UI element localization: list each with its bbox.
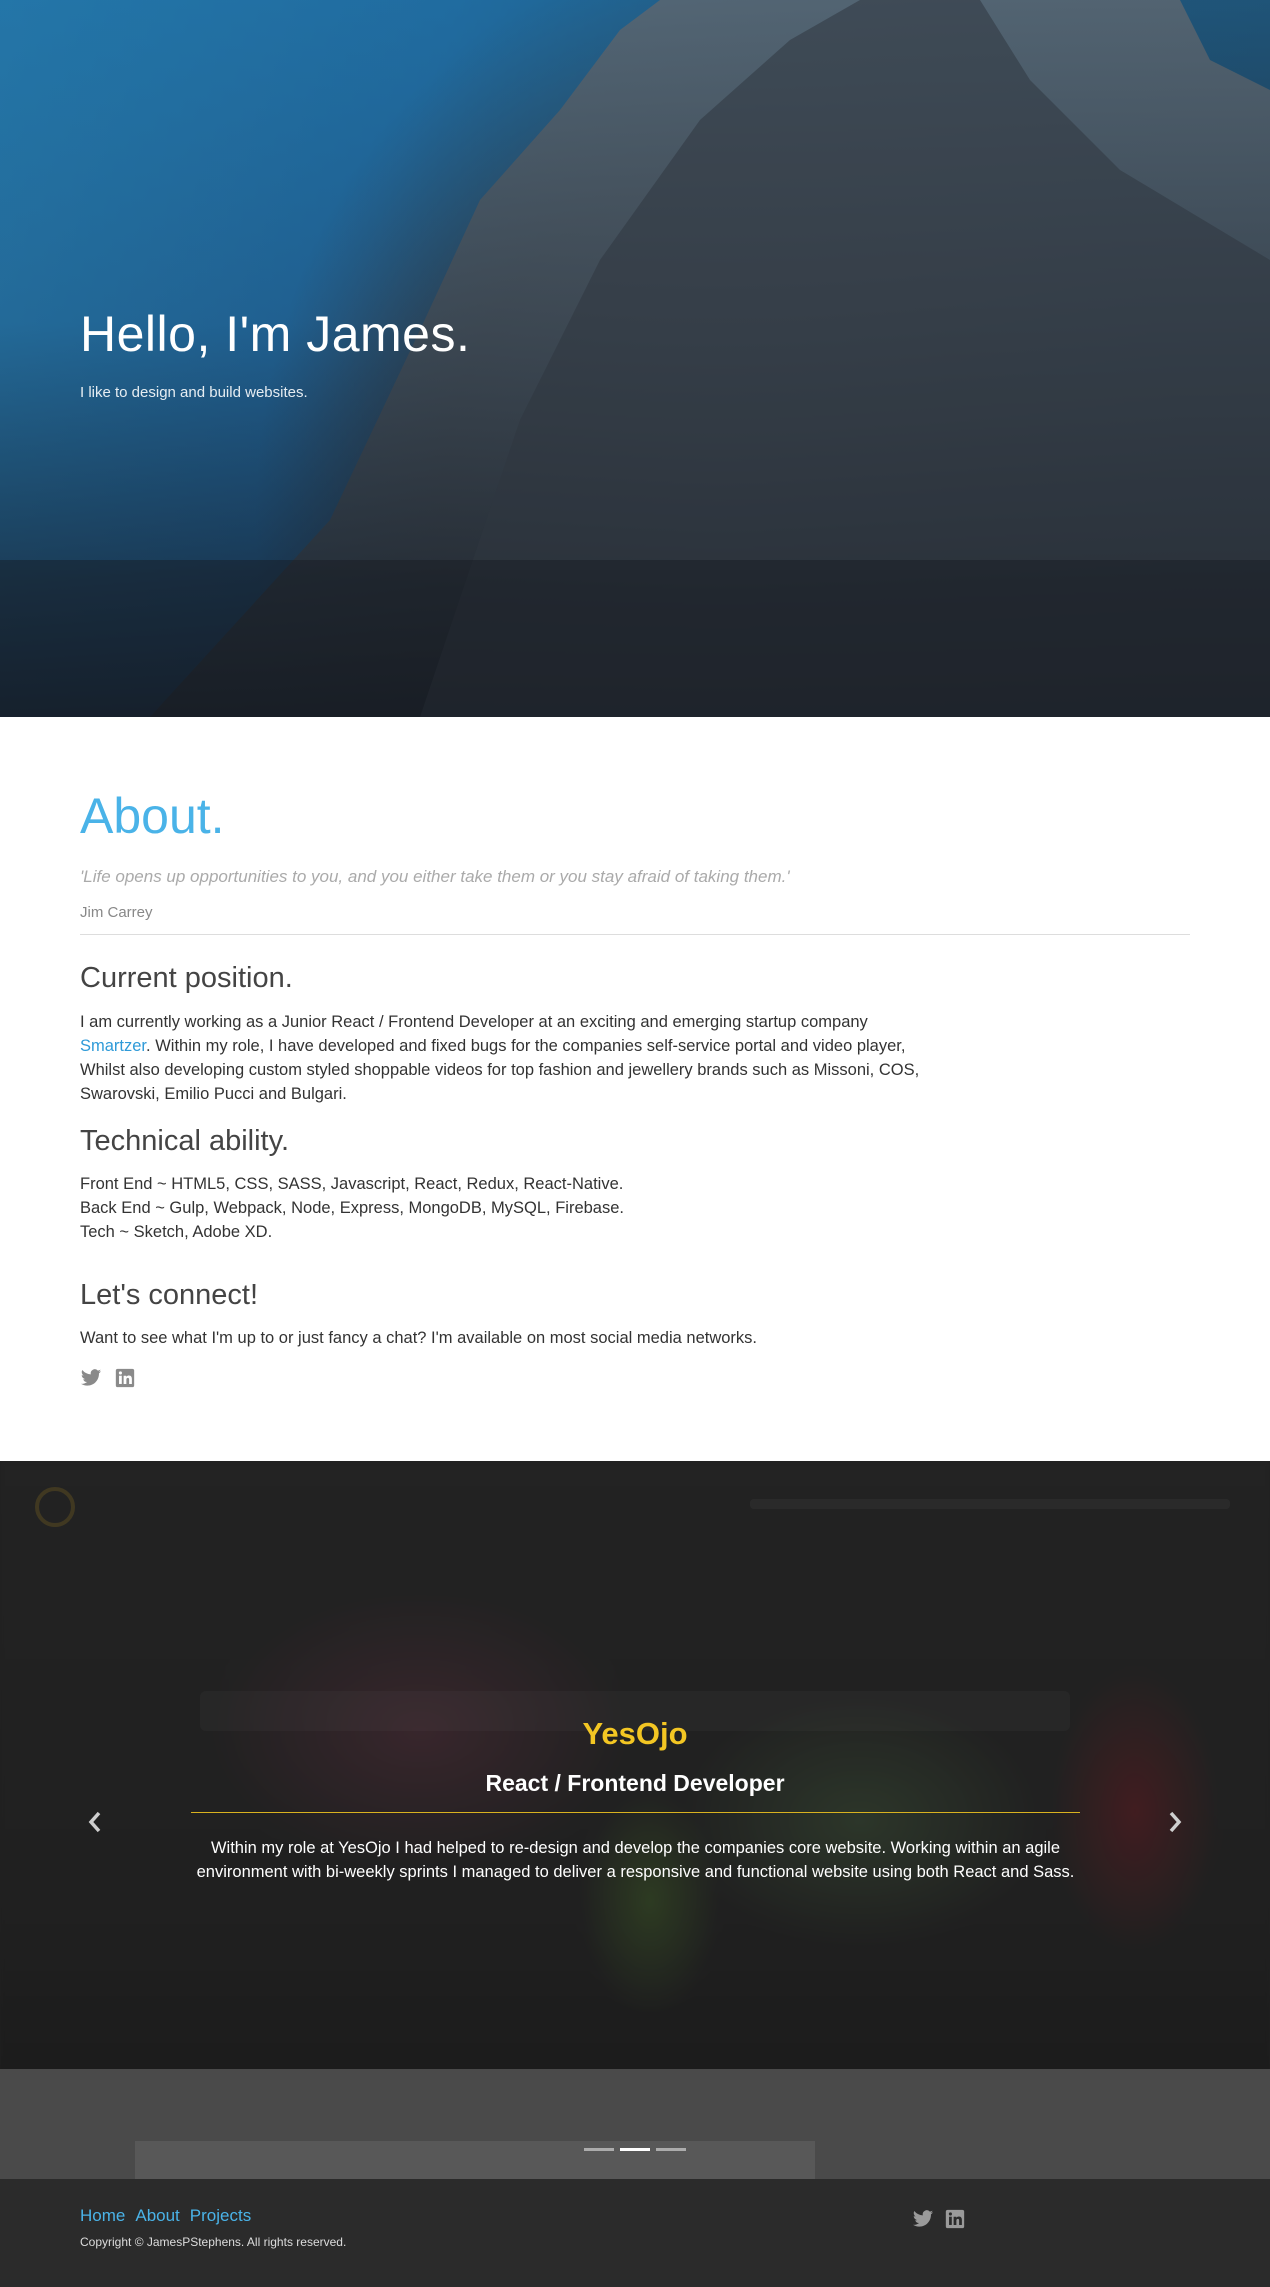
project-title: YesOjo <box>582 1716 688 1751</box>
current-position-text-start: I am currently working as a Junior React… <box>80 1013 868 1031</box>
project-role: React / Frontend Developer <box>485 1770 785 1796</box>
about-title: About. <box>80 788 225 844</box>
footer-link-about[interactable]: About <box>135 2206 179 2226</box>
carousel-prev-button[interactable] <box>80 1807 110 1837</box>
tech-front-end: Front End ~ HTML5, CSS, SASS, Javascript… <box>80 1175 624 1193</box>
copyright-text: Copyright © JamesPStephens. All rights r… <box>80 2235 347 2249</box>
tech-back-end: Back End ~ Gulp, Webpack, Node, Express,… <box>80 1199 624 1217</box>
project-divider <box>191 1812 1080 1813</box>
connect-heading: Let's connect! <box>80 1279 259 1311</box>
footer-nav: Home About Projects <box>80 2206 251 2226</box>
quote-text: 'Life opens up opportunities to you, and… <box>80 867 790 886</box>
carousel-indicator[interactable] <box>656 2148 686 2151</box>
chevron-left-icon <box>88 1811 101 1833</box>
carousel-next-button[interactable] <box>1160 1807 1190 1837</box>
hero-banner: Hello, I'm James. I like to design and b… <box>0 0 1270 717</box>
carousel-indicator[interactable] <box>584 2148 614 2151</box>
linkedin-icon[interactable] <box>944 2208 966 2230</box>
social-links <box>80 1367 136 1389</box>
connect-text: Want to see what I'm up to or just fancy… <box>80 1329 757 1347</box>
quote-author: Jim Carrey <box>80 904 153 921</box>
footer-link-projects[interactable]: Projects <box>190 2206 251 2226</box>
current-position-text: I am currently working as a Junior React… <box>80 1010 920 1106</box>
current-position-heading: Current position. <box>80 962 293 994</box>
twitter-icon[interactable] <box>80 1367 102 1389</box>
hero-title: Hello, I'm James. <box>80 306 471 362</box>
background-screenshot <box>135 2141 815 2179</box>
tech-tools: Tech ~ Sketch, Adobe XD. <box>80 1223 273 1241</box>
smartzer-link[interactable]: Smartzer <box>80 1037 146 1055</box>
current-position-text-end: . Within my role, I have developed and f… <box>80 1037 920 1103</box>
chevron-right-icon <box>1169 1811 1182 1833</box>
technical-ability-heading: Technical ability. <box>80 1125 290 1157</box>
footer-link-home[interactable]: Home <box>80 2206 125 2226</box>
footer: Home About Projects Copyright © JamesPSt… <box>0 2179 1270 2287</box>
carousel-indicators <box>584 2148 686 2151</box>
hero-subtitle: I like to design and build websites. <box>80 384 308 401</box>
project-description: Within my role at YesOjo I had helped to… <box>196 1839 1075 1881</box>
linkedin-icon[interactable] <box>114 1367 136 1389</box>
twitter-icon[interactable] <box>912 2208 934 2230</box>
projects-carousel: YesOjo React / Frontend Developer Within… <box>0 1461 1270 2179</box>
divider <box>80 934 1190 935</box>
carousel-indicator-active[interactable] <box>620 2148 650 2151</box>
footer-social-links <box>912 2208 966 2230</box>
